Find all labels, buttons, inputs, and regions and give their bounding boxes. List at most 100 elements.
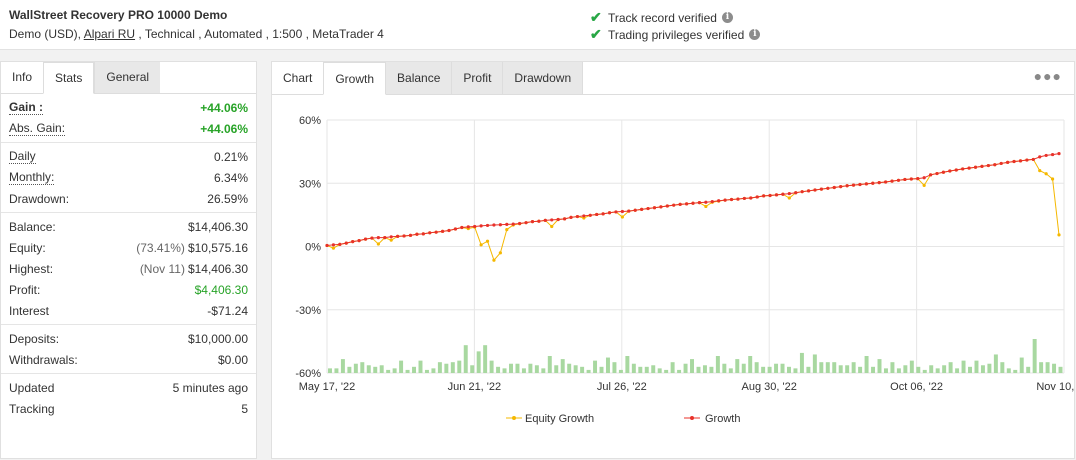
equity-growth-point bbox=[550, 224, 554, 229]
volume-bar bbox=[974, 360, 979, 373]
volume-bar bbox=[534, 365, 539, 373]
volume-bar bbox=[463, 345, 468, 373]
tab-profit[interactable]: Profit bbox=[452, 62, 504, 94]
withdrawals-value: $0.00 bbox=[217, 352, 248, 367]
growth-point bbox=[389, 235, 393, 239]
gain-label[interactable]: Gain : bbox=[9, 100, 44, 115]
volume-bar bbox=[496, 366, 501, 373]
legend-growth-marker bbox=[690, 416, 694, 420]
tab-info[interactable]: Info bbox=[1, 62, 44, 93]
volume-bar bbox=[677, 369, 682, 373]
growth-point bbox=[633, 208, 637, 212]
growth-point bbox=[640, 207, 644, 211]
abs-gain-label[interactable]: Abs. Gain: bbox=[9, 121, 66, 136]
equity-growth-point bbox=[389, 238, 393, 242]
monthly-label[interactable]: Monthly: bbox=[9, 170, 55, 185]
growth-point bbox=[485, 223, 490, 228]
equity-growth-point bbox=[922, 183, 926, 187]
gain-group: Gain : +44.06% Abs. Gain: +44.06% bbox=[1, 94, 256, 143]
volume-bar bbox=[373, 366, 378, 373]
growth-point bbox=[331, 243, 336, 247]
tab-growth[interactable]: Growth bbox=[323, 62, 387, 95]
growth-point bbox=[582, 214, 586, 218]
volume-bar bbox=[340, 359, 345, 373]
account-values-group: Balance: $14,406.30 Equity: (73.41%) $10,… bbox=[1, 213, 256, 325]
growth-point bbox=[986, 163, 990, 168]
tab-general[interactable]: General bbox=[94, 62, 161, 93]
volume-bar bbox=[748, 356, 753, 373]
tab-drawdown[interactable]: Drawdown bbox=[503, 62, 584, 94]
growth-point bbox=[1057, 152, 1061, 156]
chart-grid bbox=[326, 119, 1065, 374]
growth-point bbox=[980, 164, 984, 168]
volume-bar bbox=[825, 362, 830, 373]
growth-point bbox=[1012, 159, 1016, 164]
growth-point bbox=[351, 240, 355, 244]
balance-value: $14,406.30 bbox=[187, 219, 248, 234]
volume-bars bbox=[328, 339, 1063, 373]
info-icon[interactable]: i bbox=[721, 12, 733, 23]
volume-bar bbox=[424, 369, 429, 373]
volume-bar bbox=[450, 362, 455, 373]
profit-label: Profit: bbox=[9, 282, 41, 297]
daily-label[interactable]: Daily bbox=[9, 149, 36, 164]
volume-bar bbox=[418, 360, 423, 373]
more-dots-icon[interactable]: ●●● bbox=[1034, 68, 1062, 84]
stat-balance: Balance: $14,406.30 bbox=[1, 216, 256, 237]
rates-group: Daily 0.21% Monthly: 6.34% Drawdown: 26.… bbox=[1, 143, 256, 213]
legend-equity-label[interactable]: Equity Growth bbox=[525, 413, 594, 425]
volume-bar bbox=[890, 362, 895, 373]
growth-point bbox=[884, 180, 888, 184]
volume-bar bbox=[683, 363, 688, 373]
interest-label: Interest bbox=[9, 303, 50, 318]
checkmark-icon: ✔ bbox=[590, 26, 602, 42]
volume-bar bbox=[431, 368, 436, 373]
volume-bar bbox=[638, 366, 643, 373]
y-tick-label: 30% bbox=[299, 178, 321, 190]
growth-point bbox=[922, 176, 926, 180]
track-record-label: Track record verified bbox=[608, 10, 717, 25]
updated-value: 5 minutes ago bbox=[172, 380, 248, 395]
volume-bar bbox=[405, 369, 410, 373]
volume-bar bbox=[819, 362, 824, 373]
volume-bar bbox=[476, 351, 481, 373]
growth-point bbox=[402, 234, 406, 238]
volume-bar bbox=[334, 368, 339, 373]
growth-point bbox=[903, 177, 907, 182]
volume-bar bbox=[509, 363, 513, 373]
growth-point bbox=[434, 230, 438, 234]
growth-point bbox=[1025, 158, 1029, 162]
equity-growth-point bbox=[1057, 233, 1061, 237]
volume-bar bbox=[916, 366, 921, 373]
growth-point bbox=[787, 191, 791, 196]
volume-bar bbox=[347, 366, 352, 373]
growth-point bbox=[993, 163, 997, 167]
info-icon[interactable]: i bbox=[749, 29, 761, 40]
tab-stats[interactable]: Stats bbox=[43, 62, 95, 94]
growth-point bbox=[851, 183, 856, 187]
y-tick-label: 60% bbox=[299, 115, 321, 127]
growth-point bbox=[774, 193, 779, 197]
growth-point bbox=[562, 217, 567, 221]
stats-panel: Info Stats General Gain : +44.06% Abs. G… bbox=[0, 61, 257, 459]
volume-bar bbox=[631, 363, 636, 373]
volume-bar bbox=[851, 362, 856, 373]
growth-point bbox=[794, 191, 798, 195]
volume-bar bbox=[845, 365, 850, 373]
equity-growth-point bbox=[1038, 169, 1042, 173]
abs-gain-value: +44.06% bbox=[200, 121, 248, 136]
drawdown-label: Drawdown: bbox=[9, 191, 70, 206]
broker-link[interactable]: Alpari RU bbox=[84, 27, 135, 41]
growth-point bbox=[447, 228, 451, 233]
tab-chart[interactable]: Chart bbox=[272, 62, 324, 94]
equity-growth-point bbox=[620, 215, 624, 219]
growth-point bbox=[428, 231, 432, 235]
deposits-value: $10,000.00 bbox=[187, 331, 248, 346]
growth-point bbox=[973, 165, 978, 169]
volume-bar bbox=[444, 363, 449, 373]
x-tick-label: Oct 06, '22 bbox=[890, 381, 943, 393]
legend-growth-label[interactable]: Growth bbox=[705, 413, 740, 425]
tab-balance[interactable]: Balance bbox=[386, 62, 453, 94]
growth-point bbox=[768, 193, 772, 198]
growth-point bbox=[620, 209, 624, 214]
